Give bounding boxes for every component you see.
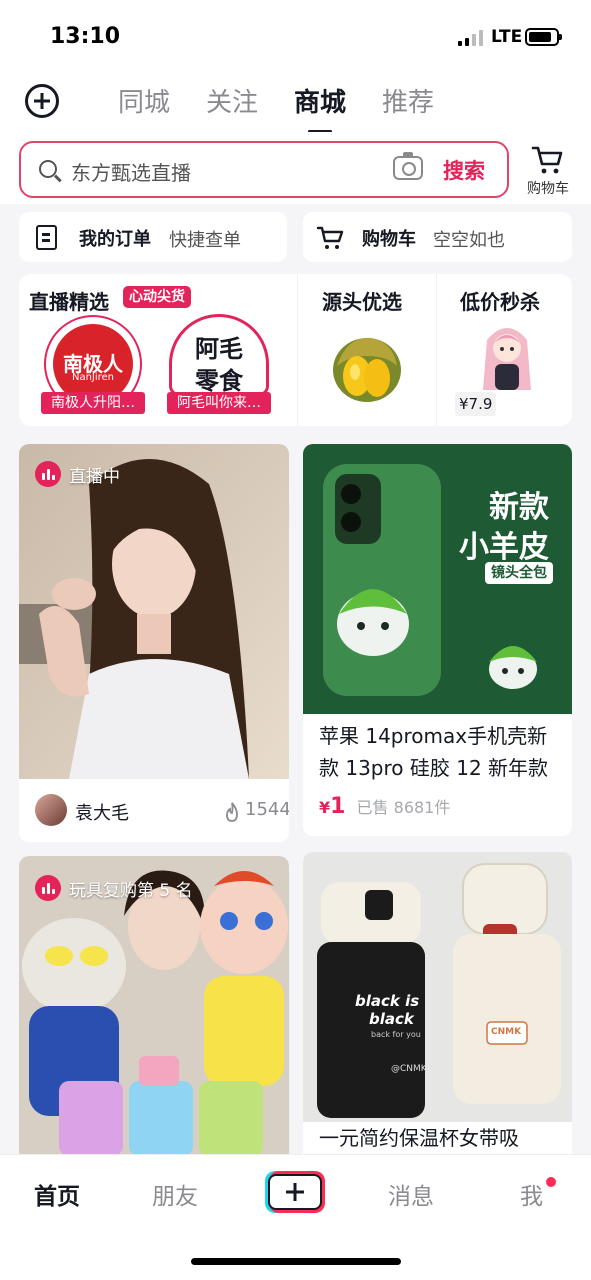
- rank-text: 玩具复购第 5 名: [69, 880, 193, 901]
- sold-count: 已售 8681件: [356, 798, 451, 817]
- network-label: LTE: [491, 27, 523, 47]
- search-icon: [39, 160, 57, 178]
- battery-icon: [525, 28, 562, 46]
- product-title[interactable]: 苹果 14promax手机壳新款 13pro 硅胶 12 新年款: [319, 720, 564, 784]
- nav-me[interactable]: 我: [520, 1177, 543, 1211]
- source-picks-title[interactable]: 源头优选: [322, 286, 402, 315]
- price-row: ¥1 已售 8681件: [319, 794, 450, 819]
- nav-home[interactable]: 首页: [34, 1177, 80, 1211]
- bottle-text-2: black: [369, 1010, 414, 1028]
- signal-icon: [458, 30, 484, 46]
- cart-button[interactable]: 购物车: [520, 142, 576, 198]
- hot-badge: 心动尖货: [123, 286, 191, 308]
- create-button[interactable]: [265, 1171, 325, 1213]
- top-tabs: 同城 关注 商城 推荐: [118, 82, 470, 133]
- bottle-brand-2: CNMK: [491, 1027, 522, 1037]
- overlay-tag: 镜头全包: [485, 562, 553, 584]
- overlay-title-1: 新款: [489, 490, 549, 525]
- amao-logo-text: 阿毛: [195, 335, 243, 363]
- live-stream-card[interactable]: 直播中 袁大毛 1544: [19, 444, 289, 842]
- search-placeholder: 东方甄选直播: [71, 161, 191, 185]
- avatar[interactable]: [35, 794, 67, 826]
- rank-badge: 玩具复购第 5 名: [35, 874, 193, 902]
- store-label-amao[interactable]: 阿毛叫你来…: [167, 392, 271, 414]
- divider: [297, 274, 298, 426]
- shopping-cart-card[interactable]: 购物车 空空如也: [303, 212, 572, 262]
- live-status-text: 直播中: [69, 466, 120, 487]
- viewer-count: 1544: [245, 799, 289, 820]
- status-bar: 13:10 LTE: [0, 0, 591, 70]
- nanjiren-logo-sub: NanJiren: [71, 372, 115, 383]
- bottle-text-1: black is: [355, 992, 420, 1010]
- search-button[interactable]: 搜索: [443, 155, 485, 185]
- store-label-nanjiren[interactable]: 南极人升阳…: [41, 392, 145, 414]
- nav-friends[interactable]: 朋友: [152, 1177, 198, 1211]
- add-circle-icon[interactable]: [25, 84, 59, 118]
- order-icon: [36, 225, 57, 250]
- nav-messages[interactable]: 消息: [388, 1177, 434, 1211]
- tab-mall[interactable]: 商城: [294, 82, 346, 133]
- overlay-title-2: 小羊皮: [459, 530, 549, 565]
- cart-card-title: 购物车: [362, 229, 416, 250]
- tab-nearby[interactable]: 同城: [118, 82, 170, 119]
- my-orders-card[interactable]: 我的订单 快捷查单: [19, 212, 287, 262]
- flash-sale-title[interactable]: 低价秒杀: [460, 286, 540, 315]
- live-stream-thumbnail: [19, 444, 289, 779]
- live-stream-card-toys[interactable]: 玩具复购第 5 名: [19, 856, 289, 1154]
- cart-icon: [316, 226, 344, 249]
- top-header: 同城 关注 商城 推荐: [0, 70, 591, 133]
- plus-icon: [268, 1174, 322, 1210]
- amao-logo-sub: 零食: [195, 367, 243, 395]
- divider: [436, 274, 437, 426]
- bottles-image: [303, 852, 572, 1122]
- store-logo-nanjiren[interactable]: 南极人 NanJiren: [43, 314, 143, 396]
- my-orders-sub: 快捷查单: [169, 230, 241, 251]
- live-icon: [35, 875, 61, 901]
- bottle-brand: @CNMK: [391, 1064, 427, 1074]
- cart-card-sub: 空空如也: [433, 230, 505, 251]
- search-row: 东方甄选直播 搜索 购物车: [0, 132, 591, 204]
- store-logo-amao[interactable]: 阿毛 零食: [169, 314, 269, 396]
- durian-image[interactable]: [327, 326, 405, 406]
- search-input[interactable]: 东方甄选直播 搜索: [19, 141, 509, 198]
- anime-figure-image[interactable]: [475, 320, 539, 396]
- home-indicator: [191, 1258, 401, 1265]
- product-title[interactable]: 一元简约保温杯女带吸: [319, 1122, 564, 1154]
- live-picks-title[interactable]: 直播精选: [29, 286, 109, 315]
- live-icon: [35, 461, 61, 487]
- tab-following[interactable]: 关注: [206, 82, 258, 119]
- status-time: 13:10: [50, 24, 121, 49]
- tab-recommend[interactable]: 推荐: [382, 82, 434, 119]
- product-card-bottles[interactable]: black is black back for you @CNMK CNMK 一…: [303, 852, 572, 1154]
- product-card-phone-case[interactable]: 新款 小羊皮 镜头全包 苹果 14promax手机壳新款 13pro 硅胶 12…: [303, 444, 572, 836]
- my-orders-title: 我的订单: [79, 229, 151, 250]
- camera-icon[interactable]: [393, 152, 423, 180]
- flash-sale-price: ¥7.9: [455, 392, 497, 416]
- quick-row: 我的订单 快捷查单 购物车 空空如也: [0, 204, 591, 272]
- cart-label: 购物车: [527, 181, 569, 197]
- featured-panel: 直播精选 心动尖货 南极人 NanJiren 南极人升阳… 阿毛 零食 阿毛叫你…: [19, 274, 572, 426]
- cart-icon: [531, 146, 563, 174]
- live-badge: 直播中: [35, 460, 120, 488]
- bottle-text-3: back for you: [371, 1030, 421, 1039]
- author-name[interactable]: 袁大毛: [75, 799, 129, 825]
- price: ¥1: [319, 794, 346, 819]
- fire-icon: [226, 802, 238, 822]
- notification-dot: [546, 1177, 556, 1187]
